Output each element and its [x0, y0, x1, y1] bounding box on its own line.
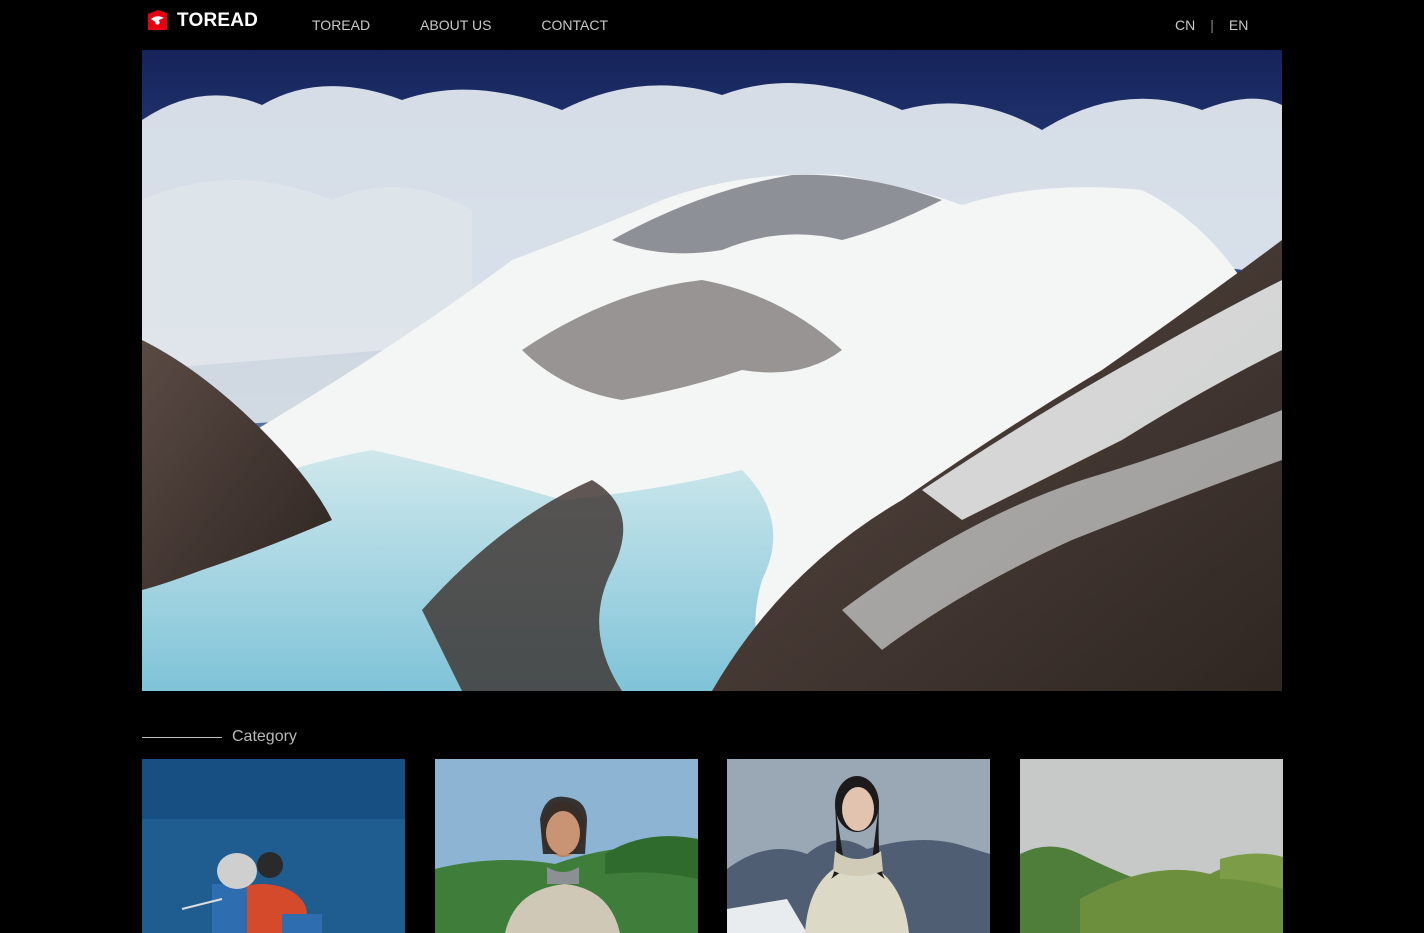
- lang-cn[interactable]: CN: [1175, 16, 1195, 34]
- main-nav: TOREAD ABOUT US CONTACT: [312, 16, 658, 34]
- climber-image: [142, 759, 405, 933]
- category-card-1[interactable]: [142, 759, 405, 933]
- lang-separator: |: [1210, 17, 1214, 33]
- category-card-3[interactable]: [727, 759, 990, 933]
- page: TOREAD TOREAD ABOUT US CONTACT CN | EN C…: [0, 0, 1424, 933]
- category-card-4[interactable]: [1020, 759, 1283, 933]
- nav-about-us[interactable]: ABOUT US: [420, 16, 491, 34]
- toread-logo[interactable]: TOREAD: [146, 10, 258, 32]
- woman-down-jacket-image: [727, 759, 990, 933]
- category-divider-line: [142, 736, 222, 738]
- toread-logo-icon: [148, 10, 167, 30]
- lang-en[interactable]: EN: [1229, 16, 1248, 34]
- hero-banner[interactable]: [142, 50, 1282, 691]
- category-cards: [142, 759, 1283, 933]
- category-title: Category: [232, 728, 297, 745]
- category-card-2[interactable]: [435, 759, 698, 933]
- site-header: TOREAD TOREAD ABOUT US CONTACT CN | EN: [0, 0, 1424, 50]
- nav-toread[interactable]: TOREAD: [312, 16, 370, 34]
- woman-hills-image: [435, 759, 698, 933]
- logo-wordmark: TOREAD: [177, 10, 259, 31]
- language-switcher: CN | EN: [1175, 16, 1248, 34]
- green-hills-image: [1020, 759, 1283, 933]
- nav-contact[interactable]: CONTACT: [541, 16, 608, 34]
- hero-mountain-image: [142, 50, 1282, 691]
- category-heading: Category: [142, 727, 297, 747]
